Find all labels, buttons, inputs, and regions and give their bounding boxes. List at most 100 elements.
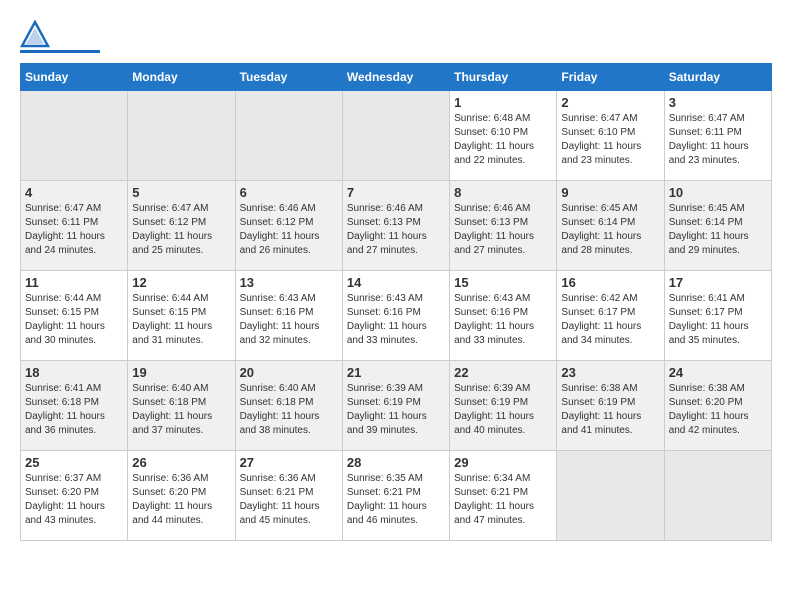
day-number: 19 bbox=[132, 365, 230, 380]
day-number: 5 bbox=[132, 185, 230, 200]
calendar-cell: 15 Sunrise: 6:43 AMSunset: 6:16 PMDayligh… bbox=[450, 271, 557, 361]
day-info: Sunrise: 6:42 AMSunset: 6:17 PMDaylight:… bbox=[561, 292, 659, 348]
calendar-cell bbox=[557, 451, 664, 541]
calendar-cell bbox=[21, 91, 128, 181]
calendar-cell: 25 Sunrise: 6:37 AMSunset: 6:20 PMDayligh… bbox=[21, 451, 128, 541]
calendar-cell: 1Sunrise: 6:48 AMSunset: 6:10 PMDaylight… bbox=[450, 91, 557, 181]
day-info: Sunrise: 6:46 AMSunset: 6:13 PMDaylight:… bbox=[454, 202, 552, 258]
day-number: 7 bbox=[347, 185, 445, 200]
day-info: Sunrise: 6:44 AMSunset: 6:15 PMDaylight:… bbox=[25, 292, 123, 348]
calendar-cell: 29Sunrise: 6:34 AMSunset: 6:21 PMDayligh… bbox=[450, 451, 557, 541]
calendar-cell: 18 Sunrise: 6:41 AMSunset: 6:18 PMDayligh… bbox=[21, 361, 128, 451]
day-number: 10 bbox=[669, 185, 767, 200]
header-row: SundayMondayTuesdayWednesdayThursdayFrid… bbox=[21, 64, 772, 91]
logo-underline bbox=[20, 50, 100, 53]
calendar-cell: 19 Sunrise: 6:40 AMSunset: 6:18 PMDayligh… bbox=[128, 361, 235, 451]
day-number: 24 bbox=[669, 365, 767, 380]
day-number: 27 bbox=[240, 455, 338, 470]
day-info: Sunrise: 6:37 AMSunset: 6:20 PMDaylight:… bbox=[25, 472, 123, 528]
day-info: Sunrise: 6:44 AMSunset: 6:15 PMDaylight:… bbox=[132, 292, 230, 348]
calendar-cell: 9 Sunrise: 6:45 AMSunset: 6:14 PMDaylight… bbox=[557, 181, 664, 271]
calendar-cell bbox=[664, 451, 771, 541]
day-info: Sunrise: 6:46 AMSunset: 6:12 PMDaylight:… bbox=[240, 202, 338, 258]
day-number: 9 bbox=[561, 185, 659, 200]
calendar-cell: 4 Sunrise: 6:47 AMSunset: 6:11 PMDaylight… bbox=[21, 181, 128, 271]
week-row-2: 11 Sunrise: 6:44 AMSunset: 6:15 PMDayligh… bbox=[21, 271, 772, 361]
day-info: Sunrise: 6:47 AMSunset: 6:11 PMDaylight:… bbox=[669, 112, 767, 168]
day-number: 15 bbox=[454, 275, 552, 290]
calendar-cell: 11 Sunrise: 6:44 AMSunset: 6:15 PMDayligh… bbox=[21, 271, 128, 361]
week-row-4: 25 Sunrise: 6:37 AMSunset: 6:20 PMDayligh… bbox=[21, 451, 772, 541]
calendar-cell: 28Sunrise: 6:35 AMSunset: 6:21 PMDayligh… bbox=[342, 451, 449, 541]
day-number: 23 bbox=[561, 365, 659, 380]
calendar-table: SundayMondayTuesdayWednesdayThursdayFrid… bbox=[20, 63, 772, 541]
calendar-cell: 26Sunrise: 6:36 AMSunset: 6:20 PMDayligh… bbox=[128, 451, 235, 541]
logo-icon bbox=[20, 20, 50, 48]
day-info: Sunrise: 6:46 AMSunset: 6:13 PMDaylight:… bbox=[347, 202, 445, 258]
calendar-cell: 22 Sunrise: 6:39 AMSunset: 6:19 PMDayligh… bbox=[450, 361, 557, 451]
calendar-cell: 24 Sunrise: 6:38 AMSunset: 6:20 PMDayligh… bbox=[664, 361, 771, 451]
day-info: Sunrise: 6:39 AMSunset: 6:19 PMDaylight:… bbox=[454, 382, 552, 438]
calendar-cell: 7 Sunrise: 6:46 AMSunset: 6:13 PMDaylight… bbox=[342, 181, 449, 271]
header-friday: Friday bbox=[557, 64, 664, 91]
day-number: 1 bbox=[454, 95, 552, 110]
calendar-cell: 10 Sunrise: 6:45 AMSunset: 6:14 PMDayligh… bbox=[664, 181, 771, 271]
day-info: Sunrise: 6:43 AMSunset: 6:16 PMDaylight:… bbox=[240, 292, 338, 348]
calendar-cell: 20 Sunrise: 6:40 AMSunset: 6:18 PMDayligh… bbox=[235, 361, 342, 451]
logo bbox=[20, 20, 100, 53]
day-info: Sunrise: 6:36 AMSunset: 6:21 PMDaylight:… bbox=[240, 472, 338, 528]
calendar-cell bbox=[128, 91, 235, 181]
day-info: Sunrise: 6:38 AMSunset: 6:20 PMDaylight:… bbox=[669, 382, 767, 438]
day-info: Sunrise: 6:38 AMSunset: 6:19 PMDaylight:… bbox=[561, 382, 659, 438]
day-number: 18 bbox=[25, 365, 123, 380]
calendar-cell: 6 Sunrise: 6:46 AMSunset: 6:12 PMDaylight… bbox=[235, 181, 342, 271]
day-number: 29 bbox=[454, 455, 552, 470]
day-info: Sunrise: 6:47 AMSunset: 6:10 PMDaylight:… bbox=[561, 112, 659, 168]
day-number: 12 bbox=[132, 275, 230, 290]
day-info: Sunrise: 6:40 AMSunset: 6:18 PMDaylight:… bbox=[132, 382, 230, 438]
day-info: Sunrise: 6:43 AMSunset: 6:16 PMDaylight:… bbox=[454, 292, 552, 348]
day-number: 4 bbox=[25, 185, 123, 200]
header-monday: Monday bbox=[128, 64, 235, 91]
day-number: 14 bbox=[347, 275, 445, 290]
day-info: Sunrise: 6:47 AMSunset: 6:12 PMDaylight:… bbox=[132, 202, 230, 258]
calendar-cell: 16 Sunrise: 6:42 AMSunset: 6:17 PMDayligh… bbox=[557, 271, 664, 361]
day-number: 20 bbox=[240, 365, 338, 380]
day-number: 2 bbox=[561, 95, 659, 110]
calendar-cell: 12 Sunrise: 6:44 AMSunset: 6:15 PMDayligh… bbox=[128, 271, 235, 361]
calendar-cell: 8 Sunrise: 6:46 AMSunset: 6:13 PMDaylight… bbox=[450, 181, 557, 271]
day-number: 21 bbox=[347, 365, 445, 380]
day-number: 3 bbox=[669, 95, 767, 110]
day-info: Sunrise: 6:39 AMSunset: 6:19 PMDaylight:… bbox=[347, 382, 445, 438]
calendar-cell bbox=[342, 91, 449, 181]
calendar-cell: 5 Sunrise: 6:47 AMSunset: 6:12 PMDaylight… bbox=[128, 181, 235, 271]
day-number: 13 bbox=[240, 275, 338, 290]
header-tuesday: Tuesday bbox=[235, 64, 342, 91]
header-sunday: Sunday bbox=[21, 64, 128, 91]
calendar-cell: 14 Sunrise: 6:43 AMSunset: 6:16 PMDayligh… bbox=[342, 271, 449, 361]
day-info: Sunrise: 6:35 AMSunset: 6:21 PMDaylight:… bbox=[347, 472, 445, 528]
day-info: Sunrise: 6:47 AMSunset: 6:11 PMDaylight:… bbox=[25, 202, 123, 258]
day-number: 8 bbox=[454, 185, 552, 200]
calendar-cell bbox=[235, 91, 342, 181]
day-info: Sunrise: 6:45 AMSunset: 6:14 PMDaylight:… bbox=[561, 202, 659, 258]
day-info: Sunrise: 6:40 AMSunset: 6:18 PMDaylight:… bbox=[240, 382, 338, 438]
day-number: 6 bbox=[240, 185, 338, 200]
week-row-3: 18 Sunrise: 6:41 AMSunset: 6:18 PMDayligh… bbox=[21, 361, 772, 451]
day-number: 17 bbox=[669, 275, 767, 290]
week-row-1: 4 Sunrise: 6:47 AMSunset: 6:11 PMDaylight… bbox=[21, 181, 772, 271]
day-info: Sunrise: 6:43 AMSunset: 6:16 PMDaylight:… bbox=[347, 292, 445, 348]
calendar-cell: 27 Sunrise: 6:36 AMSunset: 6:21 PMDayligh… bbox=[235, 451, 342, 541]
day-number: 22 bbox=[454, 365, 552, 380]
week-row-0: 1Sunrise: 6:48 AMSunset: 6:10 PMDaylight… bbox=[21, 91, 772, 181]
day-number: 16 bbox=[561, 275, 659, 290]
day-info: Sunrise: 6:41 AMSunset: 6:17 PMDaylight:… bbox=[669, 292, 767, 348]
day-number: 25 bbox=[25, 455, 123, 470]
calendar-cell: 21 Sunrise: 6:39 AMSunset: 6:19 PMDayligh… bbox=[342, 361, 449, 451]
day-number: 26 bbox=[132, 455, 230, 470]
header-thursday: Thursday bbox=[450, 64, 557, 91]
day-info: Sunrise: 6:41 AMSunset: 6:18 PMDaylight:… bbox=[25, 382, 123, 438]
calendar-cell: 23 Sunrise: 6:38 AMSunset: 6:19 PMDayligh… bbox=[557, 361, 664, 451]
day-info: Sunrise: 6:45 AMSunset: 6:14 PMDaylight:… bbox=[669, 202, 767, 258]
day-number: 11 bbox=[25, 275, 123, 290]
